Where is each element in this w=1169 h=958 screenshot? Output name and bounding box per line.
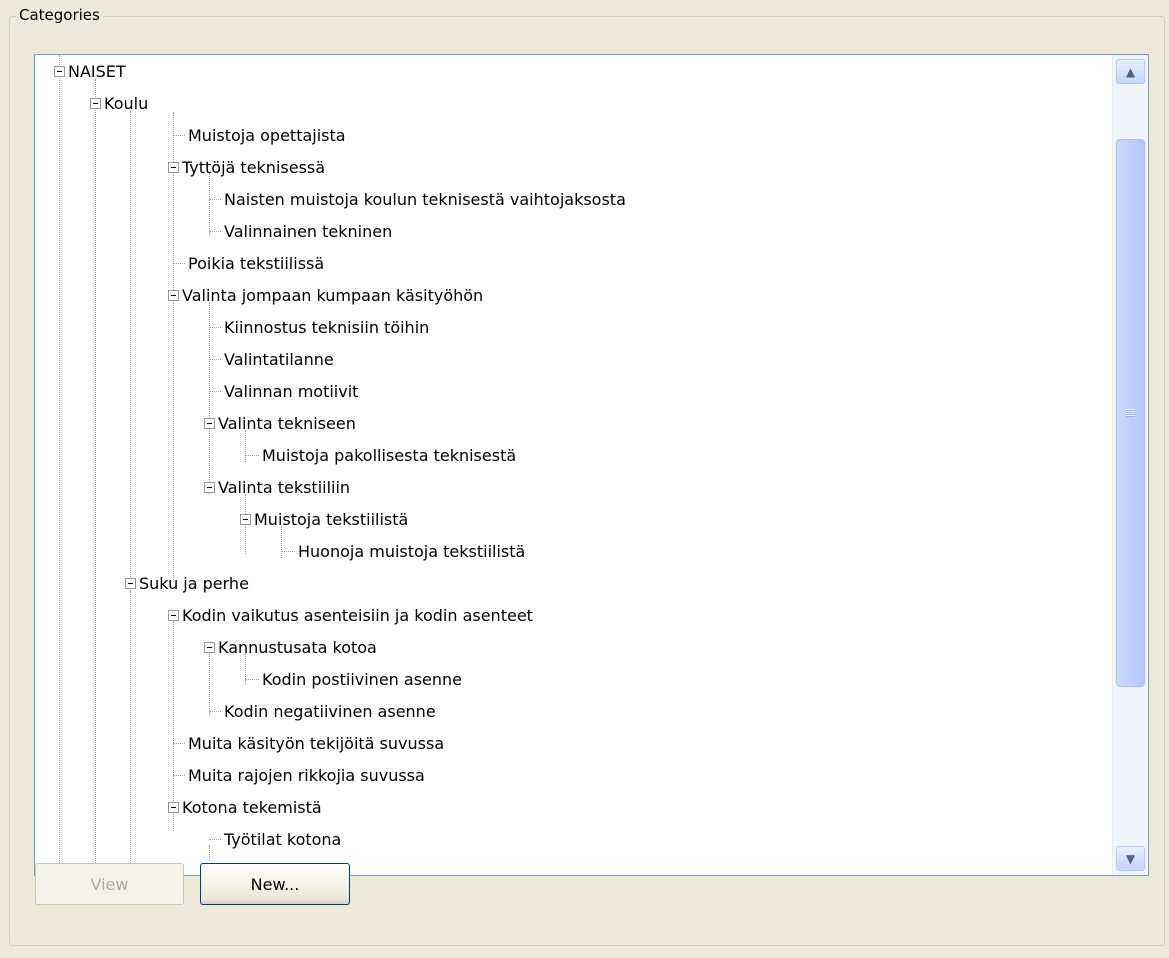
tree-node[interactable]: Valinnan motiivit [209,375,358,407]
collapse-icon[interactable] [168,289,179,301]
scroll-up-button[interactable]: ▲ [1116,59,1145,84]
tree-node[interactable]: Kodin postiivinen asenne [245,663,462,695]
tree-node[interactable]: Muita rajojen rikkojia suvussa [173,759,425,791]
tree-connector [209,710,221,712]
tree-node[interactable]: Kiinnostus teknisiin töihin [209,311,429,343]
tree-node[interactable]: Poikia tekstiilissä [173,247,324,279]
scrollbar-thumb[interactable] [1116,139,1145,687]
new-button[interactable]: New... [200,863,350,905]
tree-connector [209,326,221,328]
tree-node-label: Valinta tekstiiliin [218,477,351,497]
tree-node-suku-ja-perhe[interactable]: Suku ja perhe [125,567,249,599]
chevron-down-icon: ▼ [1125,851,1136,866]
tree-node-naiset[interactable]: NAISET [54,55,126,87]
tree-node-label: Työtilat kotona [224,829,342,849]
tree-guide-line [130,591,131,875]
tree-node-label: Valinnan motiivit [224,381,359,401]
categories-label: Categories [16,3,103,27]
tree-connector [173,262,185,264]
tree-node-label: Muistoja opettajista [188,125,346,145]
tree-guide-line [130,111,131,591]
chevron-up-icon: ▲ [1125,64,1136,79]
tree-connector [209,358,221,360]
tree-node[interactable]: Valintatilanne [209,343,334,375]
tree-vertical-scrollbar[interactable]: ▲ ▼ [1112,55,1148,875]
tree-node-label: Valinta tekniseen [218,413,356,433]
tree-node[interactable]: Huonoja muistoja tekstiilistä [281,535,525,567]
tree-node-label: Valinta jompaan kumpaan käsityöhön [182,285,484,305]
collapse-icon[interactable] [54,65,65,77]
tree-node[interactable]: Valinta tekstiiliin [204,471,350,503]
collapse-icon[interactable] [125,577,136,589]
collapse-icon[interactable] [168,609,179,621]
collapse-icon[interactable] [90,97,101,109]
tree-connector [245,454,259,456]
tree-node[interactable]: Muistoja tekstiilistä [240,503,408,535]
tree-node[interactable]: Muistoja pakollisesta teknisestä [245,439,516,471]
tree-node-label: Suku ja perhe [139,573,249,593]
categories-tree[interactable]: NAISET Koulu Muistoja opettajista Tyttöj… [34,54,1149,876]
tree-node-label: Muita käsityön tekijöitä suvussa [188,733,445,753]
tree-connector [173,134,185,136]
tree-node[interactable]: Kodin vaikutus asenteisiin ja kodin asen… [168,599,533,631]
tree-connector [209,390,221,392]
tree-node-label: Kodin postiivinen asenne [262,669,462,689]
collapse-icon[interactable] [204,641,215,653]
tree-node-label: Koulu [104,93,149,113]
view-button-label: View [90,874,129,894]
tree-node[interactable]: Naisten muistoja koulun teknisestä vaiht… [209,183,626,215]
tree-guide-line [95,79,96,875]
tree-node-label: Kodin negatiivinen asenne [224,701,436,721]
tree-node-label: Muistoja tekstiilistä [254,509,409,529]
scroll-down-button[interactable]: ▼ [1116,846,1145,871]
tree-node[interactable]: Valinnainen tekninen [209,215,392,247]
tree-node-label: Huonoja muistoja tekstiilistä [298,541,526,561]
tree-node[interactable]: Valinta tekniseen [204,407,356,439]
tree-connector [281,550,295,552]
tree-node-label: Kotona tekemistä [182,797,322,817]
tree-connector [209,230,221,232]
tree-node-label: Kodin vaikutus asenteisiin ja kodin asen… [182,605,533,625]
collapse-icon[interactable] [240,513,251,525]
collapse-icon[interactable] [168,161,179,173]
collapse-icon[interactable] [204,481,215,493]
tree-connector [209,198,221,200]
tree-node[interactable]: Kodin negatiivinen asenne [209,695,436,727]
tree-connector [173,774,185,776]
grip-icon [1126,409,1135,417]
tree-node-label: Muita rajojen rikkojia suvussa [188,765,425,785]
tree-node[interactable]: Kannustusata kotoa [204,631,377,663]
tree-node[interactable]: Kotona tekemistä [168,791,322,823]
tree-connector [173,742,185,744]
tree-node[interactable]: Valinta jompaan kumpaan käsityöhön [168,279,483,311]
tree-node-label: Tyttöjä teknisessä [182,157,326,177]
tree-guide-line [59,55,60,875]
tree-content: NAISET Koulu Muistoja opettajista Tyttöj… [35,55,1112,875]
tree-node-label: Valintatilanne [224,349,334,369]
view-button[interactable]: View [35,863,184,905]
tree-node-label: Kiinnostus teknisiin töihin [224,317,430,337]
tree-node-label: NAISET [68,61,126,81]
tree-node-label: Muistoja pakollisesta teknisestä [262,445,517,465]
tree-connector [209,838,221,840]
tree-node-label: Valinnainen tekninen [224,221,393,241]
tree-node[interactable]: Tyttöjä teknisessä [168,151,325,183]
tree-node-label: Poikia tekstiilissä [188,253,325,273]
tree-node-label: Kannustusata kotoa [218,637,377,657]
tree-node-label: Naisten muistoja koulun teknisestä vaiht… [224,189,626,209]
collapse-icon[interactable] [204,417,215,429]
new-button-label: New... [250,874,300,894]
collapse-icon[interactable] [168,801,179,813]
tree-connector [245,678,259,680]
tree-node[interactable]: Muistoja opettajista [173,119,346,151]
tree-node[interactable]: Muita käsityön tekijöitä suvussa [173,727,444,759]
tree-node-koulu[interactable]: Koulu [90,87,148,119]
tree-node[interactable]: Työtilat kotona [209,823,341,855]
